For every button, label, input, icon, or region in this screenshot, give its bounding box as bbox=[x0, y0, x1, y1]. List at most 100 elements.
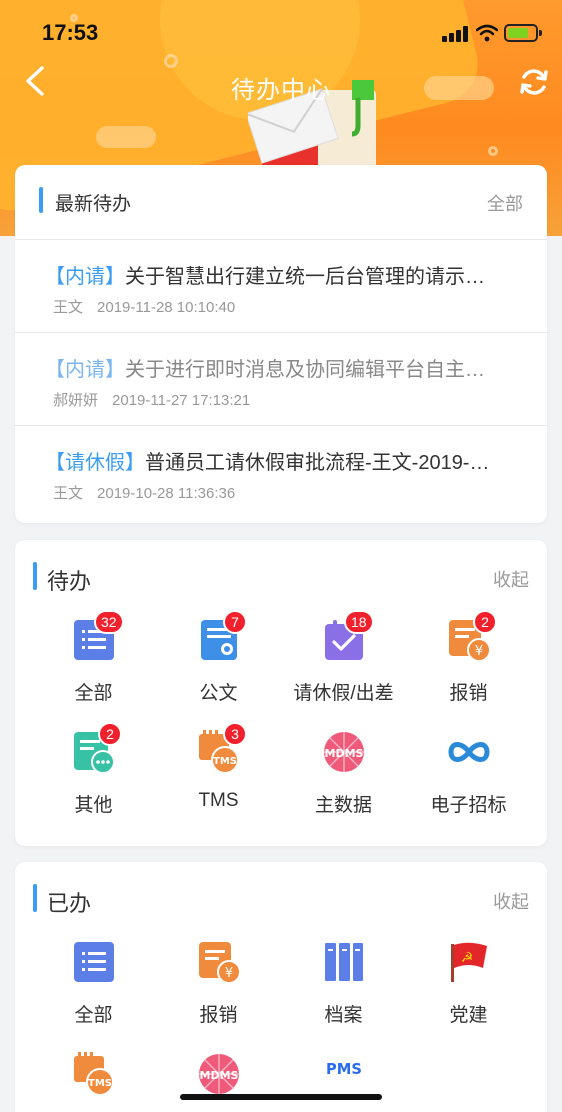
count-badge: 32 bbox=[94, 610, 124, 634]
grid-item-label: 报销 bbox=[449, 683, 488, 704]
todo-meta: 王文 2019-11-28 10:10:40 bbox=[53, 296, 235, 317]
todo-type-tag: 【请休假】 bbox=[45, 452, 145, 474]
card-header: 已办 收起 bbox=[15, 862, 547, 936]
todo-subject-line: 【内请】关于智慧出行建立统一后台管理的请示… bbox=[45, 260, 525, 289]
todo-sender: 王文 bbox=[53, 299, 84, 316]
svg-text:PMS: PMS bbox=[326, 1061, 362, 1078]
list-doc-icon bbox=[72, 940, 116, 984]
grid-item-label: 主数据 bbox=[314, 795, 372, 816]
grid-item-label: 公文 bbox=[199, 683, 238, 704]
archive-icon bbox=[322, 940, 366, 984]
count-badge: 7 bbox=[223, 610, 247, 634]
grid-item-label: 档案 bbox=[324, 1005, 363, 1026]
section-title: 已办 bbox=[47, 891, 92, 916]
count-badge: 2 bbox=[473, 610, 497, 634]
latest-todo-card: 最新待办 全部 【内请】关于智慧出行建立统一后台管理的请示… 王文 2019-11-… bbox=[15, 165, 547, 523]
party-flag-icon: ☭ bbox=[447, 940, 491, 984]
grid-item-label: 电子招标 bbox=[430, 795, 507, 816]
collapse-link[interactable]: 收起 bbox=[493, 566, 529, 592]
grid-item[interactable]: ¥ 报销 bbox=[156, 940, 281, 1044]
tms-icon: TMS bbox=[72, 1052, 116, 1096]
cloud-decoration bbox=[96, 126, 156, 148]
battery-icon bbox=[504, 24, 542, 42]
todo-subject-line: 【内请】关于进行即时消息及协同编辑平台自主… bbox=[45, 353, 525, 382]
grid-item[interactable]: ¥2 报销 bbox=[406, 610, 531, 722]
home-indicator bbox=[180, 1094, 382, 1100]
svg-text:¥: ¥ bbox=[225, 966, 233, 981]
section-title: 最新待办 bbox=[55, 194, 132, 215]
wifi-icon bbox=[476, 24, 498, 42]
grid-item-label: 全部 bbox=[74, 683, 113, 704]
todo-item[interactable]: 【请休假】普通员工请休假审批流程-王文-2019-… 王文 2019-10-28 1… bbox=[15, 425, 547, 518]
todo-item[interactable]: 【内请】关于智慧出行建立统一后台管理的请示… 王文 2019-11-28 10:10… bbox=[15, 239, 547, 332]
svg-text:MDMS: MDMS bbox=[200, 1069, 239, 1082]
grid-item[interactable]: 全部 bbox=[31, 940, 156, 1044]
count-badge: 2 bbox=[98, 722, 122, 746]
todo-subject: 关于智慧出行建立统一后台管理的请示… bbox=[125, 266, 485, 288]
reimburse-icon: ¥2 bbox=[447, 610, 497, 662]
todo-time: 2019-11-27 17:13:21 bbox=[112, 392, 251, 409]
grid-item[interactable]: 电子招标 bbox=[406, 730, 531, 834]
status-time: 17:53 bbox=[42, 20, 99, 45]
refresh-icon[interactable] bbox=[518, 66, 550, 98]
card-header: 最新待办 全部 bbox=[15, 165, 547, 239]
grid-item-label: 党建 bbox=[449, 1005, 488, 1026]
todo-subject-line: 【请休假】普通员工请休假审批流程-王文-2019-… bbox=[45, 446, 525, 475]
collapse-link[interactable]: 收起 bbox=[493, 888, 529, 914]
mdms-icon: MDMS bbox=[322, 730, 366, 774]
todo-subject: 普通员工请休假审批流程-王文-2019-… bbox=[145, 452, 490, 474]
todo-meta: 王文 2019-10-28 11:36:36 bbox=[53, 482, 235, 503]
grid-item[interactable]: 18 请休假/出差 bbox=[281, 610, 406, 722]
svg-text:MDMS: MDMS bbox=[325, 747, 364, 760]
grid-item-label: 请休假/出差 bbox=[293, 683, 394, 704]
todo-time: 2019-10-28 11:36:36 bbox=[97, 485, 236, 502]
svg-text:☭: ☭ bbox=[461, 950, 474, 966]
card-header: 待办 收起 bbox=[15, 540, 547, 614]
grid-item[interactable]: 档案 bbox=[281, 940, 406, 1044]
grid-item[interactable]: 2 其他 bbox=[31, 722, 156, 834]
tms-icon: TMS 3 bbox=[197, 722, 247, 774]
todo-type-tag: 【内请】 bbox=[45, 266, 125, 288]
section-title: 待办 bbox=[47, 569, 92, 594]
grid-item-label: 报销 bbox=[199, 1005, 238, 1026]
reimburse-icon: ¥ bbox=[197, 940, 241, 984]
count-badge: 18 bbox=[344, 610, 374, 634]
todo-sender: 王文 bbox=[53, 485, 84, 502]
official-doc-icon: 7 bbox=[197, 610, 247, 662]
todo-sender: 郝妍妍 bbox=[53, 392, 99, 409]
pms-icon: PMS bbox=[322, 1052, 366, 1096]
grid-item[interactable]: 7 公文 bbox=[156, 610, 281, 722]
todo-meta: 郝妍妍 2019-11-27 17:13:21 bbox=[53, 389, 250, 410]
mdms-icon: MDMS bbox=[197, 1052, 241, 1096]
todo-list: 【内请】关于智慧出行建立统一后台管理的请示… 王文 2019-11-28 10:10… bbox=[15, 239, 547, 518]
grid-item[interactable]: ☭ 党建 bbox=[406, 940, 531, 1044]
pending-card: 待办 收起 32 全部 7 公文 18 请休假/出差 ¥2 报销 2 其他 TMS 3 TMS MDMS 主… bbox=[15, 540, 547, 846]
todo-item[interactable]: 【内请】关于进行即时消息及协同编辑平台自主… 郝妍妍 2019-11-27 17:1… bbox=[15, 332, 547, 425]
grid-item[interactable]: MDMS 主数据 bbox=[281, 730, 406, 834]
ring-decoration bbox=[488, 146, 498, 156]
section-accent-bar bbox=[39, 187, 43, 213]
calendar-check-icon: 18 bbox=[322, 610, 374, 662]
grid-item[interactable]: PMS bbox=[281, 1052, 406, 1112]
grid-item[interactable]: 32 全部 bbox=[31, 610, 156, 722]
grid-item[interactable]: TMS bbox=[31, 1052, 156, 1112]
cellular-signal-icon bbox=[442, 26, 468, 42]
grid-item[interactable]: MDMS bbox=[156, 1052, 281, 1112]
todo-time: 2019-11-28 10:10:40 bbox=[97, 299, 236, 316]
status-bar: 17:53 bbox=[0, 0, 562, 64]
grid-item-label: 全部 bbox=[74, 1005, 113, 1026]
svg-text:TMS: TMS bbox=[213, 756, 237, 767]
grid-item-label: 其他 bbox=[74, 795, 113, 816]
grid-item[interactable]: TMS 3 TMS bbox=[156, 722, 281, 834]
page-title: 待办中心 bbox=[231, 77, 331, 104]
other-doc-icon: 2 bbox=[72, 722, 122, 774]
svg-text:TMS: TMS bbox=[88, 1078, 112, 1089]
section-accent-bar bbox=[33, 562, 37, 590]
todo-type-tag: 【内请】 bbox=[45, 359, 125, 381]
view-all-link[interactable]: 全部 bbox=[487, 190, 523, 216]
count-badge: 3 bbox=[223, 722, 247, 746]
todo-subject: 关于进行即时消息及协同编辑平台自主… bbox=[125, 359, 485, 381]
grid-item-label: TMS bbox=[198, 790, 239, 811]
svg-text:¥: ¥ bbox=[475, 644, 483, 659]
section-accent-bar bbox=[33, 884, 37, 912]
